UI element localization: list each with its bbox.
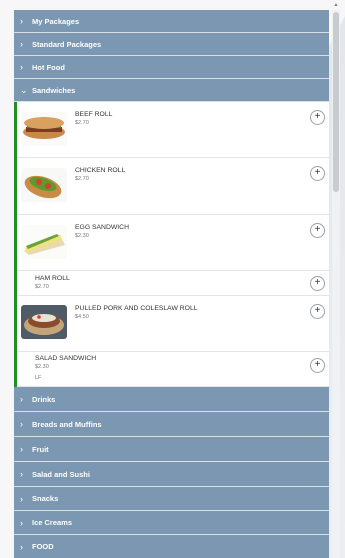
category-standard-packages[interactable]: › Standard Packages [14,33,329,56]
category-label: Drinks [32,394,56,404]
chicken-roll-image [21,168,67,202]
egg-sandwich-image [21,225,67,259]
chevron-right-icon: › [20,16,23,26]
category-snacks[interactable]: › Snacks [14,487,329,511]
sandwiches-item-list: BEEF ROLL $2.70 + CHICKEN ROLL $2.70 + E… [14,102,329,387]
chevron-right-icon: › [20,394,23,404]
scroll-up-arrow-icon[interactable]: ▲ [333,2,339,8]
chevron-right-icon: › [20,541,23,552]
menu-item-salad-sandwich: SALAD SANDWICH $2.30 LF + [17,352,329,387]
category-label: Snacks [32,494,59,503]
category-label: Breads and Muffins [32,419,102,429]
item-name: HAM ROLL [35,275,70,282]
chevron-right-icon: › [20,493,23,504]
item-name: BEEF ROLL [75,111,113,118]
category-food[interactable]: › FOOD [14,535,329,558]
chevron-right-icon: › [20,444,23,454]
category-label: Standard Packages [32,39,102,49]
chevron-right-icon: › [20,517,23,528]
category-ice-creams[interactable]: › Ice Creams [14,511,329,535]
category-label: FOOD [32,542,54,551]
category-label: My Packages [32,16,80,26]
add-item-button[interactable]: + [310,304,325,319]
category-label: Salad and Sushi [32,469,90,479]
beef-roll-image [21,112,67,146]
menu-item-pulled-pork-and-coleslaw-roll: PULLED PORK AND COLESLAW ROLL $4.50 + [17,296,329,352]
category-sandwiches[interactable]: ⌄ Sandwiches [14,79,329,102]
category-breads-and-muffins[interactable]: › Breads and Muffins [14,412,329,437]
dietary-tag: LF [35,375,42,381]
category-drinks[interactable]: › Drinks [14,387,329,412]
add-item-button[interactable]: + [310,110,325,125]
category-my-packages[interactable]: › My Packages [14,10,329,33]
item-price: $2.30 [75,233,89,239]
chevron-right-icon: › [20,62,23,72]
category-hot-food[interactable]: › Hot Food [14,56,329,79]
menu-panel: › My Packages › Standard Packages › Hot … [14,10,329,558]
menu-item-chicken-roll: CHICKEN ROLL $2.70 + [17,158,329,215]
category-fruit[interactable]: › Fruit [14,437,329,462]
scrollbar-thumb[interactable] [333,12,339,192]
item-name: PULLED PORK AND COLESLAW ROLL [75,305,198,312]
menu-item-ham-roll: HAM ROLL $2.70 + [17,271,329,296]
menu-item-beef-roll: BEEF ROLL $2.70 + [17,102,329,158]
pulled-pork-roll-image [21,305,67,339]
chevron-down-icon: ⌄ [20,84,28,95]
chevron-right-icon: › [20,419,23,429]
menu-item-egg-sandwich: EGG SANDWICH $2.30 + [17,215,329,271]
category-label: Hot Food [32,62,65,72]
chevron-right-icon: › [20,39,23,49]
item-name: CHICKEN ROLL [75,167,126,174]
item-price: $2.70 [35,284,49,290]
item-price: $2.30 [35,364,49,370]
item-name: SALAD SANDWICH [35,355,97,362]
add-item-button[interactable]: + [310,276,325,291]
category-label: Ice Creams [32,518,73,527]
category-label: Sandwiches [32,85,76,95]
item-price: $2.70 [75,120,89,126]
item-price: $2.70 [75,176,89,182]
category-label: Fruit [32,444,49,454]
item-price: $4.50 [75,314,89,320]
add-item-button[interactable]: + [310,166,325,181]
category-salad-and-sushi[interactable]: › Salad and Sushi [14,462,329,487]
chevron-right-icon: › [20,469,23,479]
add-item-button[interactable]: + [310,223,325,238]
item-name: EGG SANDWICH [75,224,130,231]
add-item-button[interactable]: + [310,358,325,373]
